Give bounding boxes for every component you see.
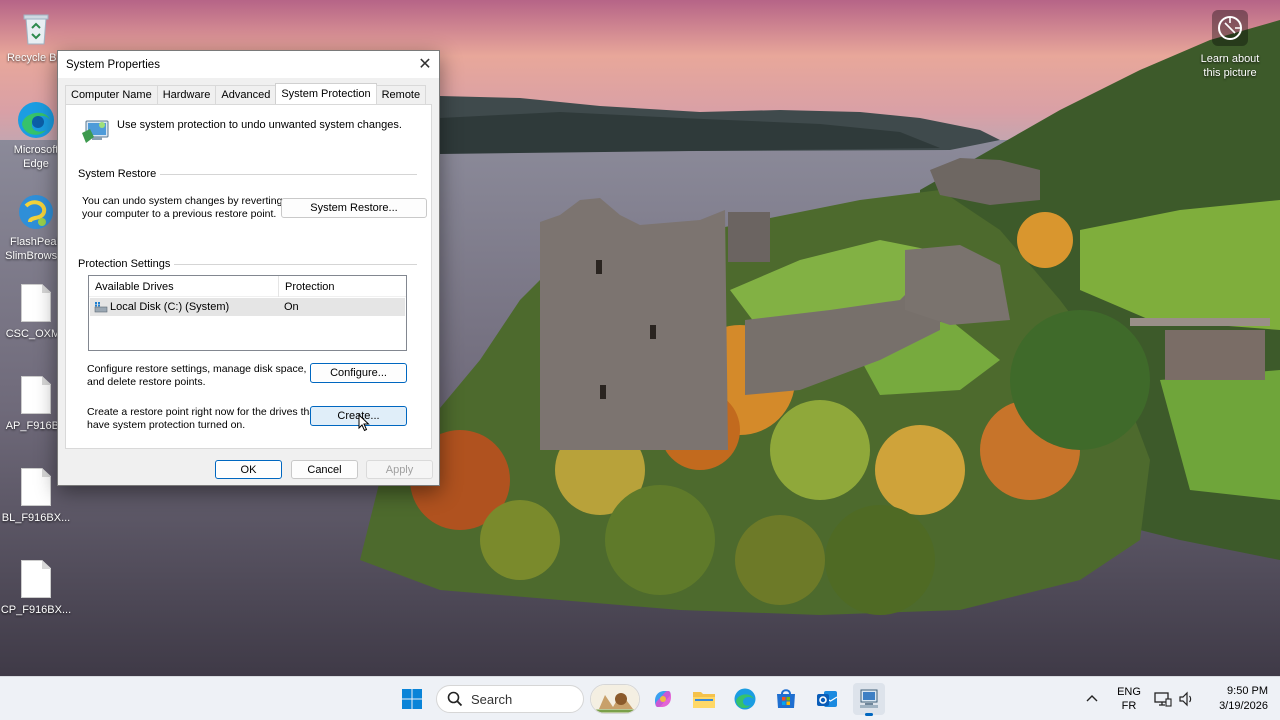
taskbar-search-box[interactable]: Search [436,685,584,713]
configure-description: Configure restore settings, manage disk … [87,363,306,388]
search-icon [447,691,463,707]
copilot-button[interactable] [647,683,679,715]
tab-computer-name[interactable]: Computer Name [65,85,158,104]
edge-icon [734,688,756,710]
volume-icon [1179,691,1192,707]
copilot-icon [655,691,671,707]
drive-name: Local Disk (C:) (System) [110,301,230,313]
mouse-cursor-icon [358,414,370,432]
recycle-bin-icon [16,8,56,48]
outlook-icon [817,691,838,707]
tab-advanced[interactable]: Advanced [215,85,277,104]
language-line2: FR [1121,700,1137,712]
drives-list-header: Available Drives Protection [89,276,406,297]
tray-overflow-button[interactable] [1084,677,1100,720]
file-icon [16,376,56,416]
close-icon[interactable]: ✕ [411,51,439,77]
tab-system-protection[interactable]: System Protection [275,83,377,104]
dialog-title: System Properties [66,58,160,71]
protection-settings-group-title: Protection Settings [78,258,175,270]
quick-settings-button[interactable] [1154,677,1194,720]
file-explorer-button[interactable] [688,683,720,715]
create-description: Create a restore point right now for the… [87,406,318,431]
slimbrowser-icon [16,192,56,232]
dialog-titlebar[interactable]: System Properties ✕ [58,51,439,78]
intro-text: Use system protection to undo unwanted s… [117,119,402,131]
system-properties-dialog: System Properties ✕ Computer Name Hardwa… [57,50,440,486]
file-icon [16,468,56,508]
tab-hardware[interactable]: Hardware [156,85,217,104]
create-desc-line1: Create a restore point right now for the… [87,406,319,418]
column-header-protection[interactable]: Protection [279,276,335,297]
folder-icon [693,692,715,708]
language-indicator[interactable]: ENG FR [1112,677,1146,720]
apply-button[interactable]: Apply [366,460,433,479]
desktop-icon-label: BL_F916BX... [1,512,71,524]
system-properties-icon [860,689,878,708]
chevron-up-icon [1086,695,1098,702]
clock[interactable]: 9:50 PM 3/19/2026 [1206,677,1268,720]
configure-button[interactable]: Configure... [310,363,407,383]
drive-protection-status: On [284,301,299,313]
network-icon [1154,692,1172,707]
create-desc-line2: have system protection turned on. [87,418,246,431]
cancel-button[interactable]: Cancel [291,460,358,479]
camera-icon [1212,10,1248,46]
system-properties-taskbar-button[interactable] [853,683,885,716]
system-restore-desc-line1: You can undo system changes by reverting [82,195,283,207]
clock-time: 9:50 PM [1227,685,1268,697]
learn-line-2: this picture [1203,67,1257,79]
desktop-icon-label: CP_F916BX... [0,604,72,616]
windows-logo-icon [402,689,422,709]
edge-taskbar-button[interactable] [729,683,761,715]
drive-row-local-disk-c[interactable]: Local Disk (C:) (System) On [90,298,405,316]
column-header-available-drives[interactable]: Available Drives [89,276,174,297]
system-restore-description: You can undo system changes by reverting… [82,195,282,220]
language-line1: ENG [1117,686,1141,698]
search-placeholder: Search [471,691,513,707]
configure-desc-line2: and delete restore points. [87,375,206,388]
start-button[interactable] [396,683,428,715]
microsoft-store-button[interactable] [770,683,802,715]
edge-icon [16,100,56,140]
search-highlight-image[interactable] [590,684,640,714]
tab-strip: Computer Name Hardware Advanced System P… [65,83,427,104]
drive-icon [94,298,108,316]
configure-desc-line1: Configure restore settings, manage disk … [87,363,307,375]
learn-about-picture[interactable]: Learn about this picture [1192,10,1268,80]
system-restore-button[interactable]: System Restore... [281,198,427,218]
tab-remote[interactable]: Remote [375,85,427,104]
available-drives-list[interactable]: Available Drives Protection Local Disk (… [88,275,407,351]
system-restore-group-title: System Restore [78,168,161,180]
system-restore-desc-line2: your computer to a previous restore poin… [82,207,277,220]
system-protection-panel: Use system protection to undo unwanted s… [65,104,432,449]
store-icon [777,689,795,708]
file-icon [16,284,56,324]
system-protection-icon [80,115,112,147]
outlook-button[interactable] [811,683,843,715]
file-icon [16,560,56,600]
desktop-icon-file-cp[interactable]: CP_F916BX... [0,560,72,617]
learn-line-1: Learn about [1200,53,1260,65]
clock-date: 3/19/2026 [1219,700,1268,712]
taskbar: Search ENG FR 9:50 PM 3/19/2026 [0,676,1280,720]
ok-button[interactable]: OK [215,460,282,479]
